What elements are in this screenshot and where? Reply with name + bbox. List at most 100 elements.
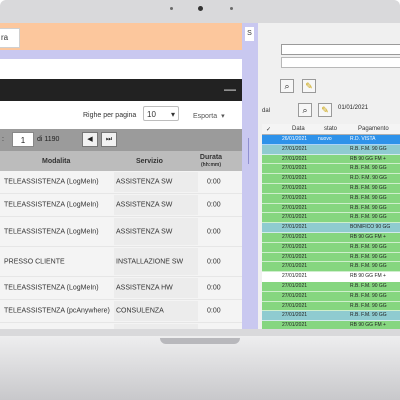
grid-row[interactable]: 27/01/2021 RB 90 GG FM +: [262, 154, 400, 165]
grid-row[interactable]: 27/01/2021 R.B. F.M. 90 GG: [262, 242, 400, 253]
service-cell: ASSISTENZA SW: [116, 178, 173, 186]
grid-row[interactable]: 27/01/2021 R.B. F.M. 90 GG: [262, 252, 400, 263]
date-cell: 27/01/2021: [282, 214, 308, 221]
grid-row[interactable]: 27/01/2021 R.B. F.M. 90 GG: [262, 281, 400, 292]
column-header-state[interactable]: stato: [324, 126, 337, 132]
rows-per-page-label: Righe per pagina: [83, 112, 137, 119]
split-divider[interactable]: [242, 23, 258, 329]
grid-row[interactable]: 27/01/2021 RB 90 GG FM +: [262, 272, 400, 282]
duration-cell: 0:00: [207, 284, 221, 292]
divider-tab[interactable]: S: [245, 27, 254, 41]
column-header-duration[interactable]: Durata (hh:mm): [194, 154, 228, 169]
grid-row[interactable]: 26/01/2021 nuovo R.D. VISTA: [262, 135, 400, 145]
payment-cell: R.B. F.M. 90 GG: [350, 214, 387, 221]
service-cell: ASSISTENZA HW: [116, 284, 173, 292]
grid-row[interactable]: 27/01/2021 R.B. F.M. 90 GG: [262, 262, 400, 273]
pagination-bar: : 1 di 1190 ◀ ⏭: [0, 129, 242, 151]
orders-grid-header: ✓ Data stato Pagamento: [262, 124, 400, 135]
date-cell: 27/01/2021: [282, 263, 308, 270]
column-header-payment[interactable]: Pagamento: [358, 126, 389, 132]
column-header-date[interactable]: Data: [292, 126, 305, 132]
filter-input[interactable]: [281, 44, 400, 55]
sensor-dot: [170, 7, 173, 10]
page-label: :: [2, 136, 4, 143]
rows-per-page-select[interactable]: 10 ▾: [143, 106, 179, 121]
cell-background: [114, 324, 198, 329]
date-cell: 27/01/2021: [282, 194, 308, 201]
spacer: [0, 59, 242, 79]
table-row[interactable]: TELEASSISTENZA (LogMeIn) ASSISTENZA HW 0:0…: [0, 277, 242, 300]
brush-icon[interactable]: ✎: [318, 103, 332, 117]
duration-cell: 0:00: [207, 228, 221, 235]
payment-cell: R.B. F.M. 90 GG: [350, 145, 387, 152]
minimize-icon[interactable]: —: [224, 83, 236, 95]
column-header-service[interactable]: Servizio: [136, 158, 163, 165]
table-row[interactable]: TELEASSISTENZA (LogMeIn)INSTALLAZIONE SW…: [0, 323, 242, 329]
grid-row[interactable]: 27/01/2021 RB 90 GG FM +: [262, 321, 400, 329]
grid-row[interactable]: 27/01/2021 R.B. F.M. 90 GG: [262, 183, 400, 194]
grid-row[interactable]: 27/01/2021 R.B. F.M. 90 GG: [262, 193, 400, 204]
laptop-notch: [160, 338, 240, 344]
payment-cell: R.B. F.M. 90 GG: [350, 243, 387, 250]
payment-cell: R.B. F.M. 90 GG: [350, 302, 387, 309]
page-number-input[interactable]: 1: [12, 132, 34, 147]
export-label: Esporta: [193, 113, 218, 120]
duration-cell: 0:00: [207, 178, 221, 186]
grid-row[interactable]: 27/01/2021 BONIFICO 90 GG: [262, 223, 400, 233]
from-label: dal: [262, 108, 271, 114]
filter-select[interactable]: [281, 57, 400, 68]
header-tab[interactable]: ra: [0, 28, 20, 48]
table-row[interactable]: TELEASSISTENZA (pcAnywhere) CONSULENZA 0:0…: [0, 300, 242, 323]
grid-row[interactable]: 27/01/2021 RB 90 GG FM +: [262, 232, 400, 243]
mode-cell: PRESSO CLIENTE: [4, 258, 65, 265]
state-cell: nuovo: [318, 136, 332, 142]
date-cell: 27/01/2021: [282, 302, 308, 309]
search-icon[interactable]: ⌕: [298, 103, 312, 117]
date-cell: 27/01/2021: [282, 292, 308, 299]
date-cell: 27/01/2021: [282, 243, 308, 250]
grid-row[interactable]: 27/01/2021 R.B. F.M. 90 GG: [262, 301, 400, 312]
date-cell: 27/01/2021: [282, 253, 308, 260]
panel-title-bar: —: [0, 79, 242, 101]
mode-cell: TELEASSISTENZA (LogMeIn): [4, 178, 99, 186]
column-header-check[interactable]: ✓: [266, 126, 271, 133]
payment-cell: R.B. F.M. 90 GG: [350, 165, 387, 172]
table-row[interactable]: TELEASSISTENZA (LogMeIn) ASSISTENZA SW 0:0…: [0, 217, 242, 247]
accent-strip: [0, 50, 242, 59]
grid-row[interactable]: 27/01/2021 R.B. F.M. 90 GG: [262, 164, 400, 175]
search-icon[interactable]: ⌕: [280, 79, 294, 93]
from-date-value[interactable]: 01/01/2021: [338, 105, 368, 111]
payment-cell: R.B. F.M. 90 GG: [350, 263, 387, 270]
webcam-icon: [198, 6, 203, 11]
duration-cell: 0:00: [207, 307, 221, 315]
mode-cell: TELEASSISTENZA (pcAnywhere): [4, 307, 110, 315]
payment-cell: R.D. F.M. 90 GG: [350, 175, 387, 182]
date-cell: 27/01/2021: [282, 273, 308, 280]
grid-row[interactable]: 27/01/2021 R.B. F.M. 90 GG: [262, 311, 400, 322]
last-page-icon[interactable]: ⏭: [101, 132, 117, 147]
grid-row[interactable]: 27/01/2021 R.B. F.M. 90 GG: [262, 203, 400, 214]
service-cell: ASSISTENZA SW: [116, 201, 173, 209]
mode-cell: TELEASSISTENZA (LogMeIn): [4, 228, 99, 235]
grid-row[interactable]: 27/01/2021 R.B. F.M. 90 GG: [262, 291, 400, 302]
divider-handle[interactable]: [248, 138, 249, 164]
table-row[interactable]: TELEASSISTENZA (LogMeIn) ASSISTENZA SW 0:0…: [0, 194, 242, 217]
export-button[interactable]: Esporta ▾: [193, 112, 225, 120]
grid-row[interactable]: 27/01/2021 R.B. F.M. 90 GG: [262, 213, 400, 224]
column-header-mode[interactable]: Modalita: [42, 158, 70, 165]
table-row[interactable]: TELEASSISTENZA (LogMeIn) ASSISTENZA SW 0:0…: [0, 171, 242, 194]
date-cell: 27/01/2021: [282, 175, 308, 182]
table-header: Modalita Servizio Durata (hh:mm): [0, 151, 242, 171]
laptop-screen: ra — Righe per pagina 10 ▾ Esporta ▾ : 1 …: [0, 23, 400, 329]
date-cell: 27/01/2021: [282, 282, 308, 289]
prev-page-icon[interactable]: ◀: [82, 132, 98, 147]
grid-row[interactable]: 27/01/2021 R.D. F.M. 90 GG: [262, 174, 400, 184]
brush-icon[interactable]: ✎: [302, 79, 316, 93]
table-row[interactable]: PRESSO CLIENTE INSTALLAZIONE SW 0:00: [0, 247, 242, 277]
assistance-log-panel: ra — Righe per pagina 10 ▾ Esporta ▾ : 1 …: [0, 23, 242, 329]
page-total: di 1190: [37, 136, 60, 143]
grid-row[interactable]: 27/01/2021 R.B. F.M. 90 GG: [262, 144, 400, 155]
dropdown-caret-icon: ▾: [170, 110, 175, 119]
service-cell: ASSISTENZA SW: [116, 228, 173, 235]
mode-cell: TELEASSISTENZA (LogMeIn): [4, 201, 99, 209]
